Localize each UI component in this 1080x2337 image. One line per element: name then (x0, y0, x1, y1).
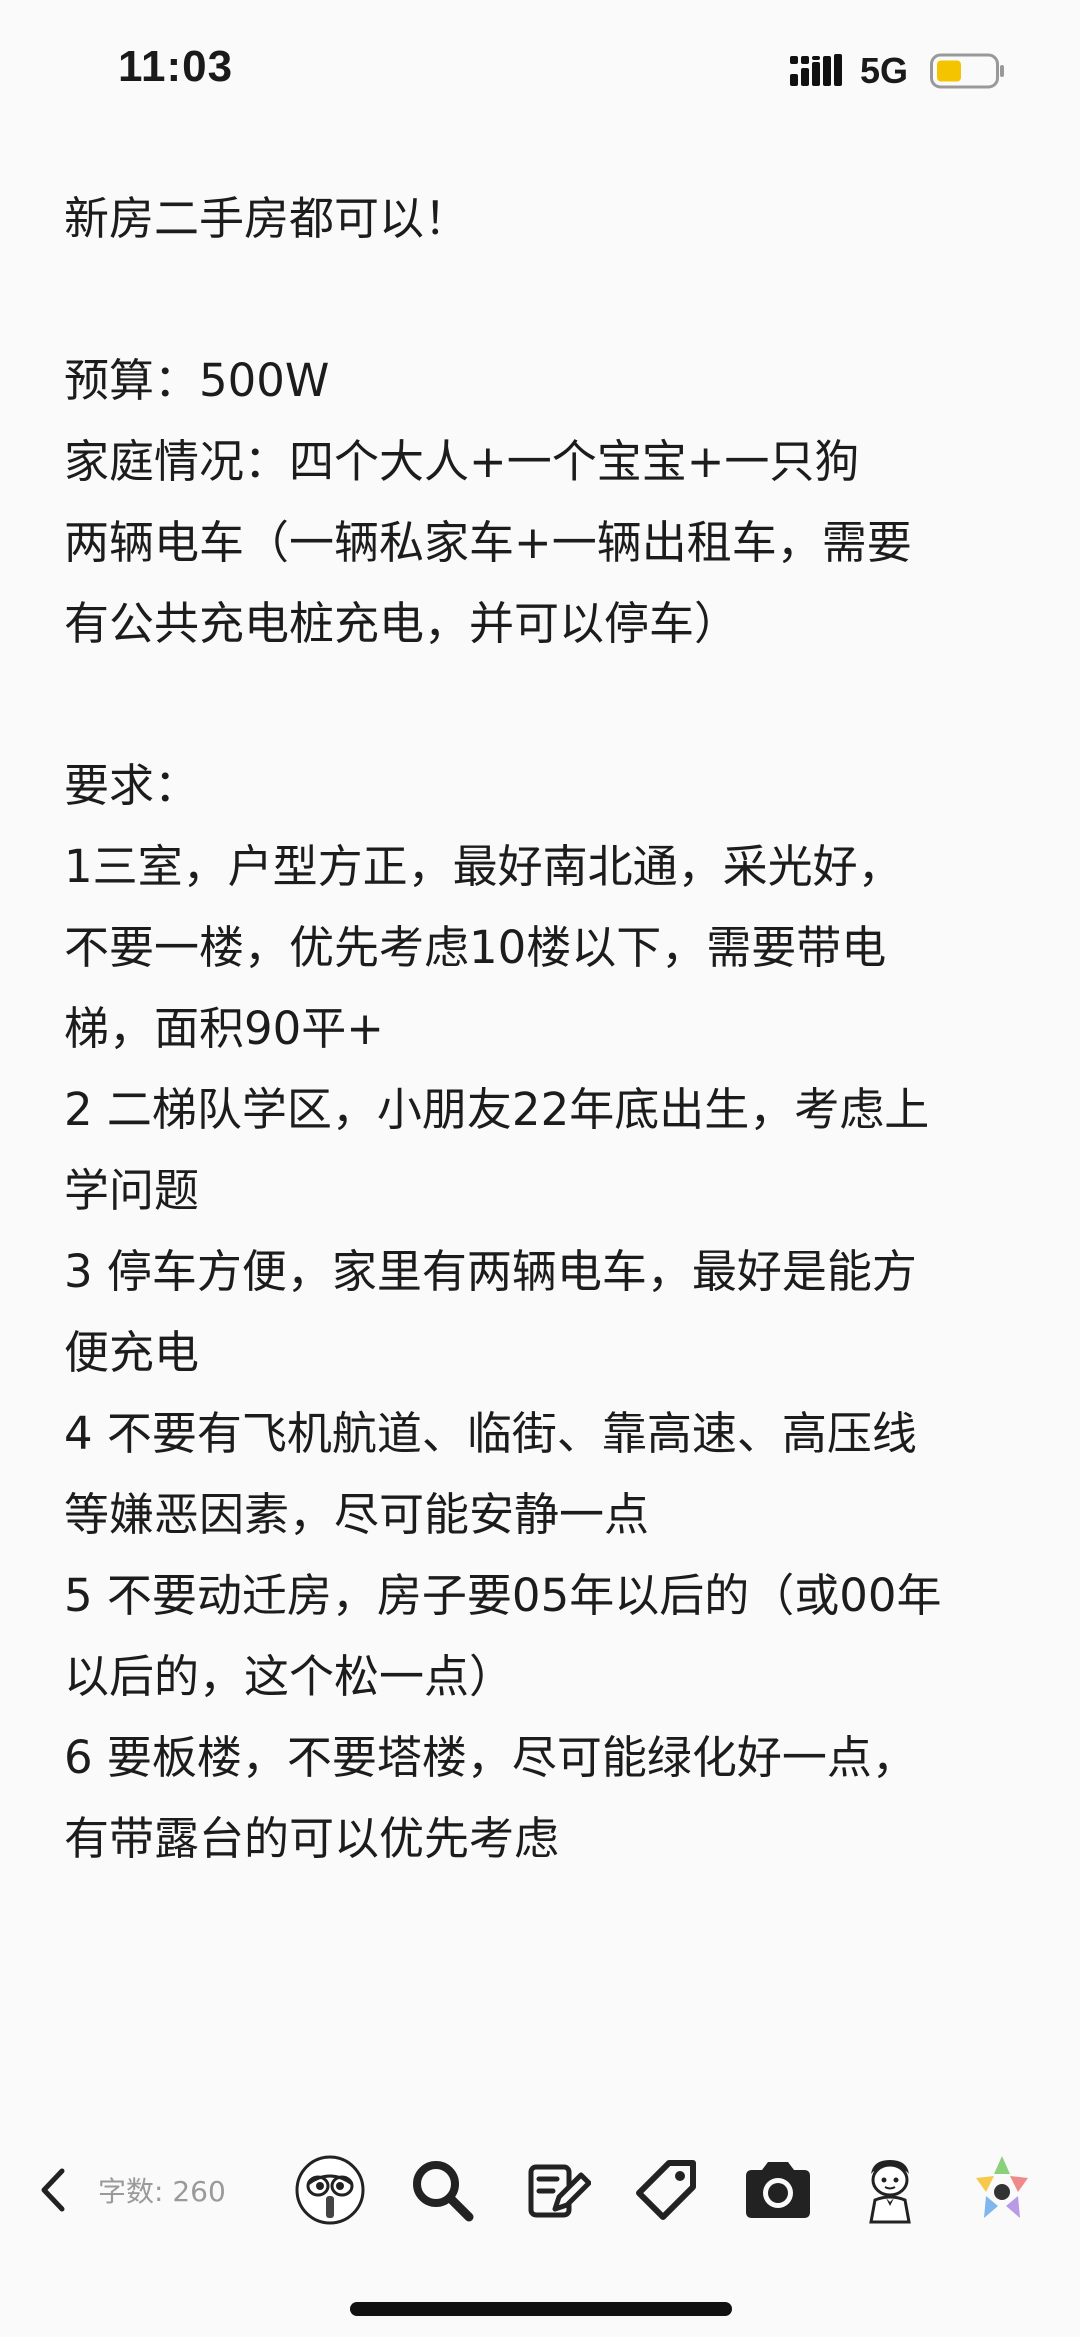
word-count: 字数: 260 (98, 2175, 226, 2208)
note-line: 等嫌恶因素，尽可能安静一点 (64, 1488, 650, 1541)
note-line: 5 不要动迁房，房子要05年以后的（或00年 (64, 1569, 942, 1622)
note-line: 梯，面积90平+ (64, 1002, 384, 1055)
star-palette-button[interactable] (962, 2150, 1042, 2230)
search-icon (413, 2161, 474, 2222)
mascot-icon (295, 2155, 365, 2225)
bottom-toolbar: 字数: 260 (0, 2150, 1080, 2230)
back-button[interactable] (28, 2150, 78, 2230)
mascot-button[interactable] (292, 2150, 368, 2230)
edit-icon (528, 2164, 591, 2218)
status-time: 11:03 (118, 42, 234, 91)
tag-icon (636, 2160, 696, 2220)
note-line: 两辆电车（一辆私家车+一辆出租车，需要 (64, 516, 912, 569)
home-indicator[interactable] (350, 2302, 732, 2316)
note-line: 4 不要有飞机航道、临街、靠高速、高压线 (64, 1407, 917, 1460)
edit-button[interactable] (520, 2150, 596, 2230)
note-line: 学问题 (64, 1164, 200, 1217)
avatar-icon (869, 2160, 911, 2224)
network-type: 5G (860, 50, 909, 91)
note-line: 新房二手房都可以！ (64, 192, 470, 245)
note-line: 有公共充电桩充电，并可以停车） (64, 597, 740, 650)
battery-icon (930, 53, 1004, 89)
note-body[interactable]: 新房二手房都可以！ 预算：500W 家庭情况：四个大人+一个宝宝+一只狗 两辆电车（一… (64, 178, 1024, 1879)
star-palette-icon (976, 2156, 1028, 2218)
note-line: 3 停车方便，家里有两辆电车，最好是能方 (64, 1245, 917, 1298)
note-line: 不要一楼，优先考虑10楼以下，需要带电 (64, 921, 887, 974)
note-line: 家庭情况：四个大人+一个宝宝+一只狗 (64, 435, 860, 488)
signal-icon (790, 54, 842, 86)
back-icon (41, 2168, 65, 2212)
note-line: 预算：500W (64, 354, 330, 407)
note-line: 以后的，这个松一点） (64, 1650, 515, 1703)
note-line: 1三室，户型方正，最好南北通，采光好， (64, 840, 903, 893)
note-line: 6 要板楼，不要塔楼，尽可能绿化好一点， (64, 1731, 917, 1784)
note-line: 要求： (64, 759, 200, 812)
note-line: 有带露台的可以优先考虑 (64, 1812, 560, 1865)
camera-icon (746, 2162, 810, 2218)
camera-button[interactable] (738, 2150, 818, 2230)
tag-button[interactable] (628, 2150, 704, 2230)
note-blank-line (64, 664, 1024, 745)
note-line: 便充电 (64, 1326, 200, 1379)
note-line: 2 二梯队学区，小朋友22年底出生，考虑上 (64, 1083, 930, 1136)
note-blank-line (64, 259, 1024, 340)
status-bar: 11:03 5G (0, 0, 1080, 140)
search-button[interactable] (404, 2150, 480, 2230)
avatar-button[interactable] (852, 2150, 928, 2230)
